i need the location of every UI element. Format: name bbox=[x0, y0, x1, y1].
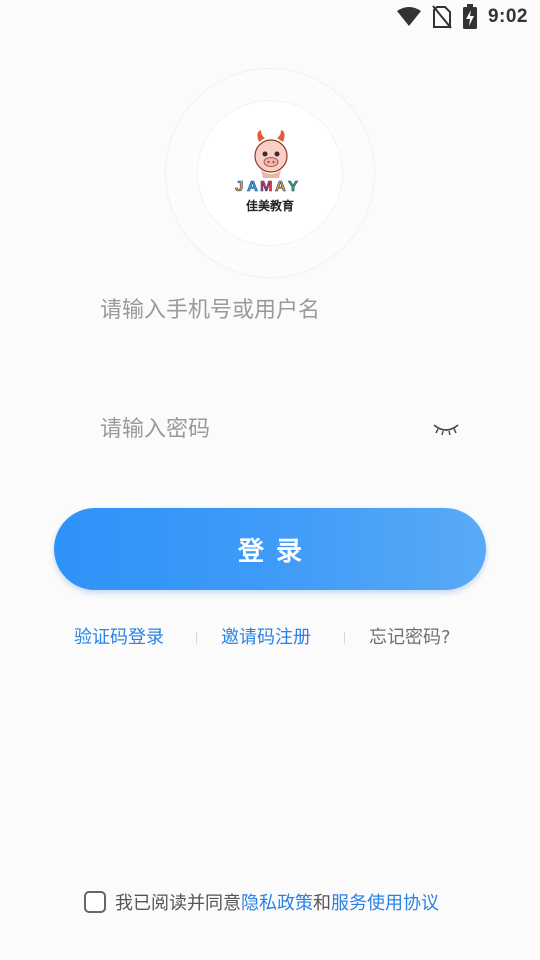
status-bar: 9:02 bbox=[0, 0, 540, 36]
login-button[interactable]: 登录 bbox=[54, 508, 486, 590]
sms-login-link[interactable]: 验证码登录 bbox=[74, 624, 164, 652]
invite-register-link[interactable]: 邀请码注册 bbox=[221, 624, 311, 652]
agreement-checkbox[interactable] bbox=[84, 891, 106, 913]
svg-text:A: A bbox=[247, 178, 258, 195]
svg-text:A: A bbox=[275, 178, 286, 195]
no-sim-icon bbox=[432, 5, 452, 29]
wifi-icon bbox=[396, 6, 422, 28]
svg-text:M: M bbox=[260, 178, 273, 195]
forgot-password-link[interactable]: 忘记密码? bbox=[369, 624, 451, 652]
agreement-prefix: 我已阅读并同意 bbox=[115, 893, 241, 914]
battery-charging-icon bbox=[462, 4, 478, 30]
username-field-container bbox=[100, 280, 470, 340]
svg-text:J: J bbox=[235, 178, 243, 195]
privacy-policy-link[interactable]: 隐私政策 bbox=[241, 889, 313, 915]
secondary-links: 验证码登录 邀请码注册 忘记密码? bbox=[0, 624, 540, 652]
password-input[interactable] bbox=[100, 416, 420, 442]
agreement-and: 和 bbox=[313, 893, 331, 914]
logo-caption: 佳美教育 bbox=[245, 199, 294, 213]
eye-closed-icon[interactable] bbox=[432, 419, 460, 439]
agreement-row: 我已阅读并同意 隐私政策 和 服务使用协议 bbox=[84, 889, 439, 915]
status-icons: 9:02 bbox=[396, 4, 528, 30]
password-field-container bbox=[100, 399, 470, 459]
link-divider bbox=[344, 632, 345, 644]
username-input[interactable] bbox=[100, 297, 420, 323]
app-logo: J A M A Y 佳美教育 bbox=[165, 68, 375, 278]
link-divider bbox=[196, 632, 197, 644]
svg-text:Y: Y bbox=[288, 178, 298, 195]
status-time: 9:02 bbox=[487, 6, 528, 27]
service-agreement-link[interactable]: 服务使用协议 bbox=[331, 889, 439, 915]
